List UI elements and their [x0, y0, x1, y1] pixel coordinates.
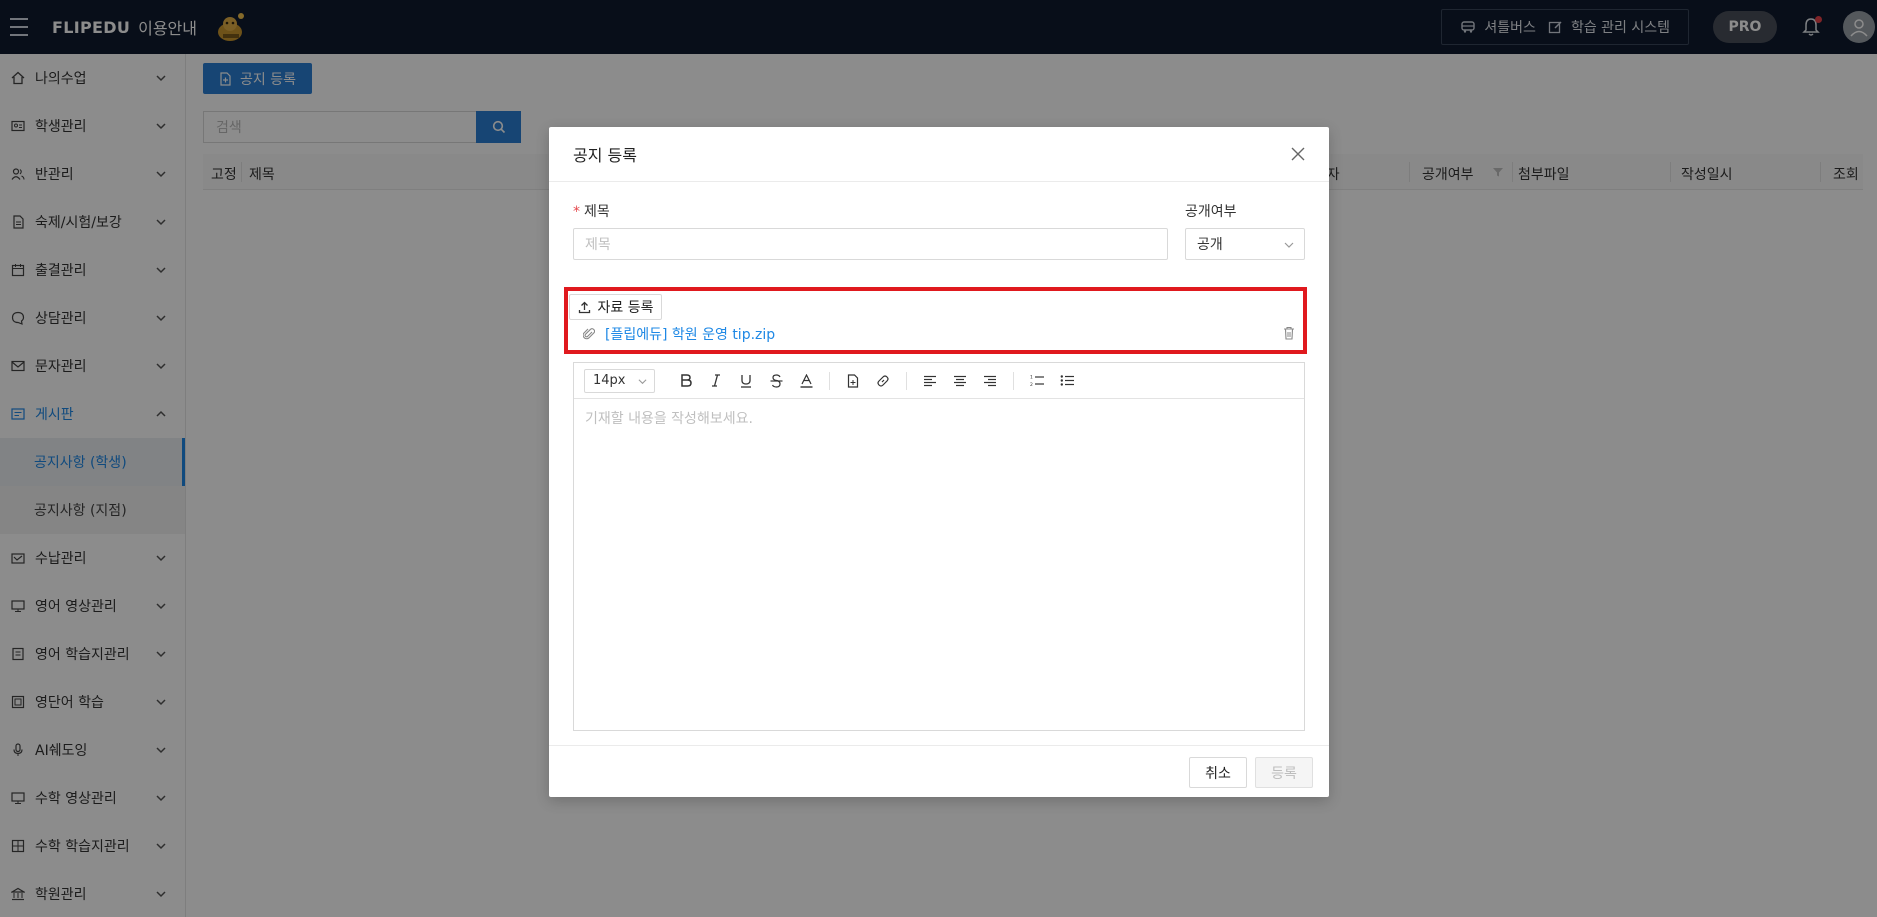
public-select[interactable]: 공개	[1185, 228, 1305, 260]
text-color-icon[interactable]	[791, 369, 821, 393]
trash-icon[interactable]	[1283, 326, 1295, 340]
title-field-label: * 제목	[573, 201, 610, 221]
public-select-value: 공개	[1197, 237, 1223, 253]
font-size-select[interactable]: 14px	[584, 368, 655, 393]
svg-text:2: 2	[1030, 382, 1033, 387]
attached-file-row: [플립에듀] 학원 운영 tip.zip	[583, 323, 1295, 345]
chevron-down-icon	[1284, 242, 1294, 248]
dialog-footer: 취소 등록	[549, 745, 1329, 797]
editor-toolbar: 14px 12	[574, 363, 1304, 399]
bold-icon[interactable]	[671, 369, 701, 393]
align-right-icon[interactable]	[975, 369, 1005, 393]
chevron-down-icon	[638, 378, 647, 384]
paperclip-icon	[583, 328, 595, 340]
ordered-list-icon[interactable]: 12	[1022, 369, 1052, 393]
upload-icon	[578, 301, 590, 313]
strikethrough-icon[interactable]	[761, 369, 791, 393]
dialog-header: 공지 등록	[549, 127, 1329, 182]
svg-text:1: 1	[1030, 375, 1033, 381]
cancel-button[interactable]: 취소	[1189, 757, 1247, 788]
attached-file-link[interactable]: [플립에듀] 학원 운영 tip.zip	[605, 324, 775, 344]
upload-button[interactable]: 자료 등록	[569, 294, 662, 320]
title-input[interactable]: 제목	[573, 228, 1168, 260]
public-field-label: 공개여부	[1185, 204, 1237, 220]
notice-create-dialog: 공지 등록 * 제목 제목 공개여부 공개 자료 등록 [플립에듀] 학원 운영 …	[549, 127, 1329, 797]
font-size-value: 14px	[593, 373, 626, 388]
italic-icon[interactable]	[701, 369, 731, 393]
dialog-title: 공지 등록	[573, 146, 637, 165]
link-icon[interactable]	[868, 369, 898, 393]
close-icon[interactable]	[1289, 145, 1307, 163]
title-label-text: 제목	[584, 204, 610, 220]
submit-button[interactable]: 등록	[1255, 757, 1313, 788]
upload-label: 자료 등록	[597, 300, 654, 316]
insert-file-icon[interactable]	[838, 369, 868, 393]
underline-icon[interactable]	[731, 369, 761, 393]
bullet-list-icon[interactable]	[1052, 369, 1082, 393]
align-left-icon[interactable]	[915, 369, 945, 393]
rich-text-editor: 14px 12 기재할 내용을 작성해보세요.	[573, 362, 1305, 731]
align-center-icon[interactable]	[945, 369, 975, 393]
required-mark: *	[573, 204, 580, 220]
editor-content-area[interactable]: 기재할 내용을 작성해보세요.	[574, 399, 1304, 437]
